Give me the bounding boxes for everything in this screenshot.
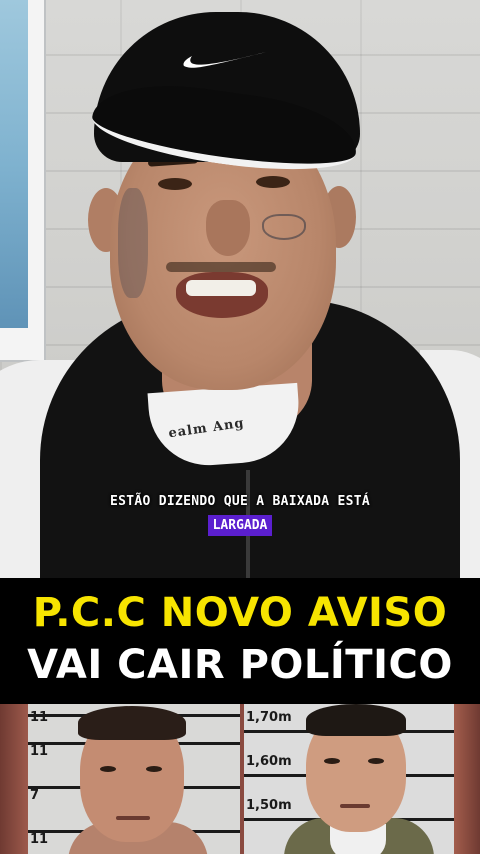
eye-right — [256, 176, 290, 188]
speaker: ealm Ang — [0, 0, 480, 578]
height-label: 11 — [30, 744, 49, 759]
speaker-teeth — [186, 280, 256, 296]
mugshot-hair — [306, 704, 406, 736]
mugshot-eye-left — [100, 766, 116, 772]
mugshot-border-right — [454, 704, 480, 854]
headline-line-2: VAI CAIR POLÍTICO — [27, 642, 453, 688]
face-tattoo-cheek — [262, 214, 306, 240]
height-label: 1,50m — [246, 798, 292, 813]
eye-left — [158, 178, 192, 190]
video-frame: ealm Ang ESTÃO DIZENDO QUE A BAIXADA EST… — [0, 0, 480, 578]
mugshot-left: 11 11 7 11 — [28, 704, 240, 854]
face-tattoo-side — [118, 188, 148, 298]
height-label: 1,70m — [246, 710, 292, 725]
speaker-mustache — [166, 262, 276, 272]
mugshots-panel: 11 11 7 11 1,70m 1,60m 1,50m — [0, 704, 480, 854]
mugshot-border-left — [0, 704, 28, 854]
mugshot-mouth — [340, 804, 370, 808]
mugshot-eye-left — [324, 758, 340, 764]
video-caption: ESTÃO DIZENDO QUE A BAIXADA ESTÁ LARGADA — [0, 494, 480, 536]
headline-banner: P.C.C NOVO AVISO VAI CAIR POLÍTICO — [0, 578, 480, 704]
height-label: 11 — [30, 832, 49, 847]
speaker-nose — [206, 200, 250, 256]
swoosh-icon — [183, 52, 266, 68]
mugshot-hair — [78, 706, 186, 740]
mugshot-right: 1,70m 1,60m 1,50m — [244, 704, 454, 854]
height-label: 11 — [30, 710, 49, 725]
headline-line-1: P.C.C NOVO AVISO — [32, 590, 448, 636]
caption-highlight-word: LARGADA — [207, 515, 273, 536]
mugshot-eye-right — [146, 766, 162, 772]
height-label: 1,60m — [246, 754, 292, 769]
caption-line-1: ESTÃO DIZENDO QUE A BAIXADA ESTÁ — [109, 494, 371, 509]
height-label: 7 — [30, 788, 40, 803]
mugshot-mouth — [116, 816, 150, 820]
mugshot-eye-right — [368, 758, 384, 764]
